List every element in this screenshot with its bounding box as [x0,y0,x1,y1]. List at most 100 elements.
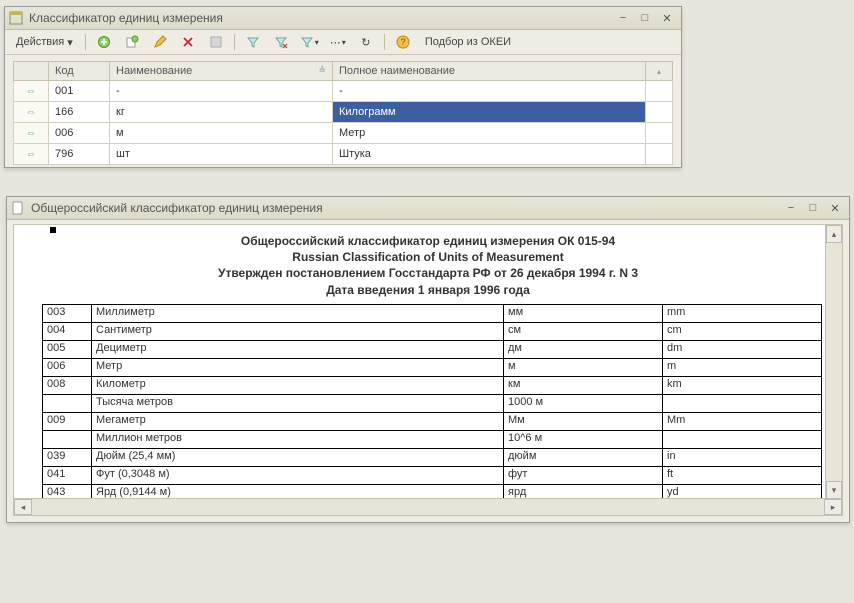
scroll-up-button[interactable]: ▴ [826,225,842,243]
window-classifier: Классификатор единиц измерения − □ ✕ Дей… [4,6,682,168]
cell-intl: dm [663,340,822,358]
close-button[interactable]: ✕ [657,10,677,26]
actions-label: Действия [16,36,64,48]
scroll-up[interactable]: ▴ [646,62,673,81]
cell-intl [663,430,822,448]
filter-button[interactable] [240,32,266,52]
cell-name: Тысяча метров [92,394,504,412]
cell-fullname: Штука [333,144,646,165]
okei-table[interactable]: 003Миллиметрммmm004Сантиметрсмcm005Децим… [42,304,822,498]
document-header: Общероссийский классификатор единиц изме… [14,225,842,304]
table-row[interactable]: ⇔796штШтука [14,144,673,165]
sort-asc-icon: ≜ [318,65,326,76]
cell-symbol: 10^6 м [504,430,663,448]
table-row[interactable]: 041Фут (0,3048 м)футft [43,466,822,484]
header-line-4: Дата введения 1 января 1996 года [22,282,834,298]
edit-button[interactable] [147,32,173,52]
col-code[interactable]: Код [49,62,110,81]
table-row[interactable]: 043Ярд (0,9144 м)ярдyd [43,484,822,498]
cell-code: 796 [49,144,110,165]
cell-fullname: Метр [333,123,646,144]
okei-button[interactable]: Подбор из ОКЕИ [418,32,518,52]
cell-name: Дециметр [92,340,504,358]
minimize-button[interactable]: − [613,10,633,26]
table-row[interactable]: 004Сантиметрсмcm [43,322,822,340]
table-row[interactable]: Миллион метров10^6 м [43,430,822,448]
scroll-down-button[interactable]: ▾ [826,481,842,499]
cell-name: Сантиметр [92,322,504,340]
cell-symbol: 1000 м [504,394,663,412]
cell-name: Километр [92,376,504,394]
refresh-button[interactable]: ↻ [353,32,379,52]
row-marker: ⇔ [14,144,49,165]
svg-text:?: ? [400,37,405,47]
filter-clear-button[interactable] [268,32,294,52]
col-marker[interactable] [14,62,49,81]
cell-code: 006 [43,358,92,376]
titlebar[interactable]: Общероссийский классификатор единиц изме… [7,197,849,220]
table-row[interactable]: 039Дюйм (25,4 мм)дюймin [43,448,822,466]
add-copy-button[interactable] [119,32,145,52]
cell-code [43,394,92,412]
dots-icon: ⋯ [330,36,341,49]
cell-intl: km [663,376,822,394]
col-fullname[interactable]: Полное наименование [333,62,646,81]
table-row[interactable]: 008Километркмkm [43,376,822,394]
cell-intl [663,394,822,412]
add-button[interactable] [91,32,117,52]
separator [234,34,235,50]
col-name[interactable]: Наименование≜ [110,62,333,81]
table-row[interactable]: ⇔006мМетр [14,123,673,144]
cell-name: Ярд (0,9144 м) [92,484,504,498]
table-row[interactable]: Тысяча метров1000 м [43,394,822,412]
filter-menu-button[interactable]: ▾ [296,32,323,52]
maximize-button[interactable]: □ [635,10,655,26]
header-line-3: Утвержден постановлением Госстандарта РФ… [22,265,834,281]
header-line-1: Общероссийский классификатор единиц изме… [22,233,834,249]
table-row[interactable]: ⇔001-- [14,81,673,102]
window-title: Классификатор единиц измерения [29,11,611,25]
cell-symbol: дм [504,340,663,358]
chevron-down-icon: ▾ [67,36,73,49]
horizontal-scrollbar[interactable]: ◂ ▸ [14,498,842,515]
save-button[interactable] [203,32,229,52]
cell-intl: m [663,358,822,376]
titlebar[interactable]: Классификатор единиц измерения − □ ✕ [5,7,681,30]
scroll-left-button[interactable]: ◂ [14,499,32,515]
cell-name: Миллиметр [92,304,504,322]
vertical-scrollbar[interactable]: ▴ ▾ [825,225,842,499]
table-row[interactable]: 003Миллиметрммmm [43,304,822,322]
table-row[interactable]: ⇔166кгКилограмм [14,102,673,123]
cell-fullname: Килограмм [333,102,646,123]
cell-name: - [110,81,333,102]
separator [384,34,385,50]
cell-code: 003 [43,304,92,322]
cell-code: 006 [49,123,110,144]
units-grid[interactable]: Код Наименование≜ Полное наименование ▴ … [13,61,673,165]
cursor-marker [50,227,56,233]
cell-symbol: км [504,376,663,394]
table-row[interactable]: 006Метрмm [43,358,822,376]
minimize-button[interactable]: − [781,200,801,216]
cell-name: Миллион метров [92,430,504,448]
cell-intl: yd [663,484,822,498]
close-button[interactable]: ✕ [825,200,845,216]
cell-name: шт [110,144,333,165]
table-row[interactable]: 009МегаметрМмMm [43,412,822,430]
outline-gutter: − [20,304,36,498]
delete-button[interactable] [175,32,201,52]
cell-symbol: мм [504,304,663,322]
chevron-down-icon: ▾ [342,38,346,47]
document-body: Общероссийский классификатор единиц изме… [13,224,843,516]
cell-name: Фут (0,3048 м) [92,466,504,484]
actions-menu[interactable]: Действия ▾ [9,32,80,52]
table-row[interactable]: 005Дециметрдмdm [43,340,822,358]
cell-intl: cm [663,322,822,340]
cell-intl: mm [663,304,822,322]
row-marker: ⇔ [14,123,49,144]
cell-intl: Mm [663,412,822,430]
scroll-right-button[interactable]: ▸ [824,499,842,515]
help-button[interactable]: ? [390,32,416,52]
more-menu-button[interactable]: ⋯▾ [325,32,351,52]
maximize-button[interactable]: □ [803,200,823,216]
